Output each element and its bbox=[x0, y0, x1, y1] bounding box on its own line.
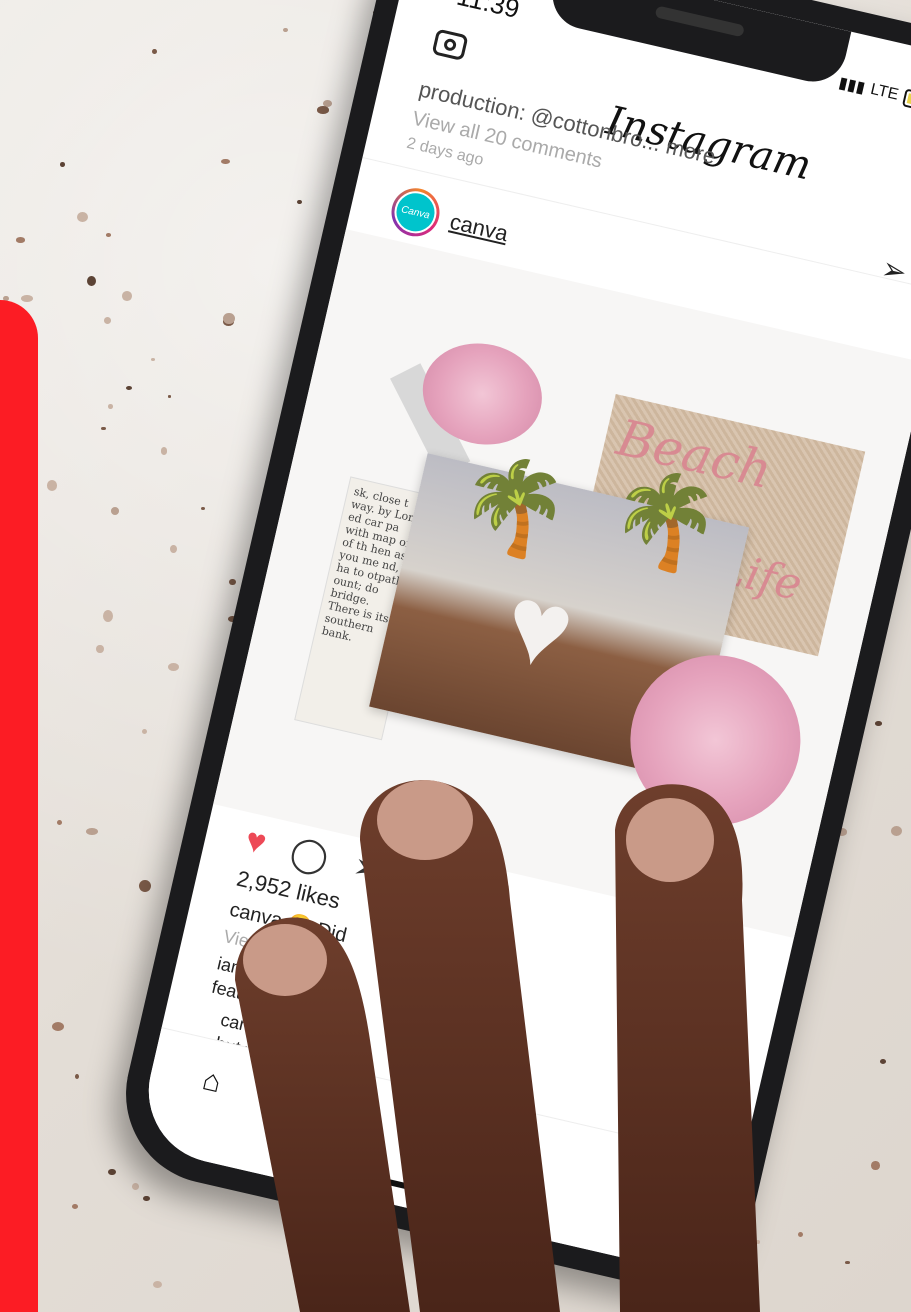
post-username[interactable]: canva bbox=[447, 209, 511, 248]
like-heart-icon[interactable]: ♥ bbox=[241, 821, 270, 865]
status-indicators: ▮▮▮ LTE bbox=[837, 73, 911, 116]
direct-message-icon[interactable]: ➢ bbox=[878, 251, 910, 291]
battery-icon bbox=[901, 88, 911, 115]
bookmark-icon[interactable]: ⬒ bbox=[700, 926, 738, 970]
comment-icon[interactable]: ◯ bbox=[286, 831, 333, 879]
share-icon[interactable]: ➢ bbox=[349, 846, 386, 891]
comment-1-text: Any bbox=[309, 975, 345, 1002]
comment-like-icon[interactable]: ♡ bbox=[642, 1113, 660, 1136]
avatar[interactable]: Canva bbox=[386, 183, 445, 242]
home-icon[interactable]: ⌂ bbox=[199, 1063, 224, 1100]
speaker bbox=[654, 5, 745, 38]
palm-tree-icon: 🌴 bbox=[447, 445, 580, 569]
status-time: 11:39 bbox=[454, 0, 523, 24]
phone-scene: 11:39 ▮▮▮ LTE Instagram ➢ production: @c… bbox=[0, 0, 911, 1312]
tab-bar: ⌂ ⚲ bbox=[134, 1027, 743, 1280]
network-label: LTE bbox=[868, 80, 901, 104]
camera-icon[interactable] bbox=[431, 28, 469, 62]
phone-screen: 11:39 ▮▮▮ LTE Instagram ➢ production: @c… bbox=[134, 0, 911, 1280]
phone: 11:39 ▮▮▮ LTE Instagram ➢ production: @c… bbox=[108, 0, 911, 1306]
caption-username[interactable]: canva bbox=[227, 899, 284, 932]
avatar-logo: Canva bbox=[390, 187, 441, 238]
search-icon[interactable]: ⚲ bbox=[295, 1083, 324, 1122]
signal-icon: ▮▮▮ bbox=[837, 74, 867, 97]
